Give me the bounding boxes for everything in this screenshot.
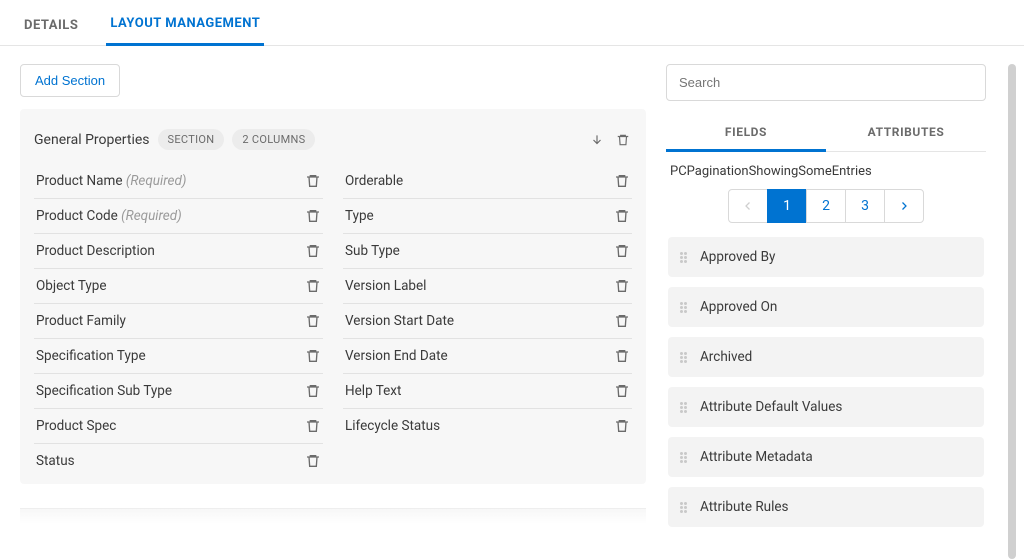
field-label: Version Label — [345, 278, 426, 294]
layout-field-row[interactable]: Product Family — [34, 304, 323, 339]
page-prev-button[interactable] — [728, 189, 768, 223]
add-section-button[interactable]: Add Section — [20, 64, 120, 97]
vertical-scrollbar[interactable] — [1008, 64, 1016, 559]
field-label: Status — [36, 453, 75, 469]
section-column-2[interactable]: Orderable Type Sub Type Version Label Ve… — [343, 164, 632, 478]
drag-handle-icon — [680, 452, 690, 463]
layout-canvas: Add Section General Properties SECTION 2… — [20, 64, 646, 559]
delete-section-icon[interactable] — [614, 131, 632, 149]
field-label: Version Start Date — [345, 313, 454, 329]
layout-field-row[interactable]: Type — [343, 199, 632, 234]
field-label: Product Code (Required) — [36, 208, 182, 224]
trash-icon[interactable] — [614, 348, 630, 364]
trash-icon[interactable] — [614, 208, 630, 224]
top-tabbar: DETAILS LAYOUT MANAGEMENT — [0, 0, 1024, 46]
available-field-label: Archived — [700, 349, 752, 365]
field-label: Object Type — [36, 278, 107, 294]
page-3-button[interactable]: 3 — [845, 189, 885, 223]
layout-field-row[interactable]: Object Type — [34, 269, 323, 304]
layout-field-row[interactable]: Help Text — [343, 374, 632, 409]
layout-field-row[interactable]: Orderable — [343, 164, 632, 199]
trash-icon[interactable] — [614, 418, 630, 434]
section-card: General Properties SECTION 2 COLUMNS Pro… — [20, 109, 646, 484]
pagination-label: PCPaginationShowingSomeEntries — [666, 164, 986, 179]
trash-icon[interactable] — [305, 208, 321, 224]
trash-icon[interactable] — [305, 418, 321, 434]
trash-icon[interactable] — [305, 383, 321, 399]
layout-field-row[interactable]: Sub Type — [343, 234, 632, 269]
field-label: Product Family — [36, 313, 126, 329]
tab-layout-management[interactable]: LAYOUT MANAGEMENT — [106, 10, 264, 46]
field-label: Product Spec — [36, 418, 116, 434]
field-required-hint: (Required) — [126, 173, 187, 189]
trash-icon[interactable] — [305, 173, 321, 189]
available-field-item[interactable]: Attribute Default Values — [668, 387, 984, 427]
tab-details[interactable]: DETAILS — [20, 12, 82, 45]
available-field-item[interactable]: Archived — [668, 337, 984, 377]
move-down-icon[interactable] — [588, 131, 606, 149]
available-field-label: Approved On — [700, 299, 777, 315]
field-label: Product Name (Required) — [36, 173, 186, 189]
drag-handle-icon — [680, 502, 690, 513]
section-header: General Properties SECTION 2 COLUMNS — [34, 123, 632, 164]
trash-icon[interactable] — [305, 278, 321, 294]
field-label: Help Text — [345, 383, 401, 399]
trash-icon[interactable] — [305, 453, 321, 469]
available-field-label: Approved By — [700, 249, 775, 265]
layout-field-row[interactable]: Product Spec — [34, 409, 323, 444]
trash-icon[interactable] — [305, 243, 321, 259]
field-label: Sub Type — [345, 243, 400, 259]
field-label: Specification Sub Type — [36, 383, 172, 399]
palette-tab-fields[interactable]: FIELDS — [666, 115, 826, 152]
section-type-badge: SECTION — [158, 129, 225, 150]
page-next-button[interactable] — [884, 189, 924, 223]
layout-field-row[interactable]: Lifecycle Status — [343, 409, 632, 443]
available-field-label: Attribute Rules — [700, 499, 789, 515]
drag-handle-icon — [680, 252, 690, 263]
section-column-1[interactable]: Product Name (Required) Product Code (Req… — [34, 164, 323, 478]
field-label: Orderable — [345, 173, 403, 189]
field-label: Product Description — [36, 243, 155, 259]
field-required-hint: (Required) — [121, 208, 182, 224]
next-section-preview — [20, 508, 646, 524]
section-title: General Properties — [34, 132, 150, 148]
trash-icon[interactable] — [614, 173, 630, 189]
trash-icon[interactable] — [614, 313, 630, 329]
layout-field-row[interactable]: Version Start Date — [343, 304, 632, 339]
trash-icon[interactable] — [614, 243, 630, 259]
layout-field-row[interactable]: Product Name (Required) — [34, 164, 323, 199]
field-label: Specification Type — [36, 348, 146, 364]
drag-handle-icon — [680, 302, 690, 313]
layout-field-row[interactable]: Version End Date — [343, 339, 632, 374]
trash-icon[interactable] — [614, 278, 630, 294]
trash-icon[interactable] — [305, 348, 321, 364]
available-field-item[interactable]: Approved By — [668, 237, 984, 277]
trash-icon[interactable] — [614, 383, 630, 399]
trash-icon[interactable] — [305, 313, 321, 329]
search-input[interactable] — [666, 64, 986, 101]
layout-field-row[interactable]: Product Code (Required) — [34, 199, 323, 234]
field-label: Lifecycle Status — [345, 418, 440, 434]
available-field-label: Attribute Metadata — [700, 449, 813, 465]
palette-tab-attributes[interactable]: ATTRIBUTES — [826, 115, 986, 151]
field-palette: FIELDS ATTRIBUTES PCPaginationShowingSom… — [666, 64, 986, 559]
layout-field-row[interactable]: Specification Type — [34, 339, 323, 374]
available-field-item[interactable]: Attribute Metadata — [668, 437, 984, 477]
layout-field-row[interactable]: Status — [34, 444, 323, 478]
pagination: 1 2 3 — [666, 189, 986, 223]
field-label: Version End Date — [345, 348, 448, 364]
layout-field-row[interactable]: Version Label — [343, 269, 632, 304]
layout-field-row[interactable]: Specification Sub Type — [34, 374, 323, 409]
drag-handle-icon — [680, 352, 690, 363]
available-field-item[interactable]: Attribute Rules — [668, 487, 984, 527]
page-2-button[interactable]: 2 — [806, 189, 846, 223]
layout-field-row[interactable]: Product Description — [34, 234, 323, 269]
available-field-item[interactable]: Approved On — [668, 287, 984, 327]
drag-handle-icon — [680, 402, 690, 413]
available-field-label: Attribute Default Values — [700, 399, 842, 415]
page-1-button[interactable]: 1 — [767, 189, 807, 223]
section-columns-badge: 2 COLUMNS — [232, 129, 315, 150]
field-label: Type — [345, 208, 374, 224]
palette-tabs: FIELDS ATTRIBUTES — [666, 115, 986, 152]
